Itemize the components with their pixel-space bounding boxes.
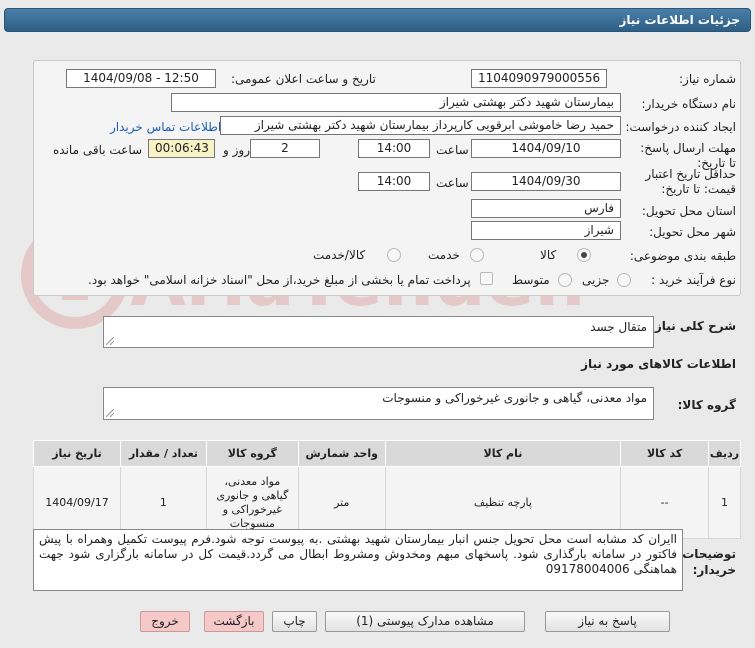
announce-field: 1404/09/08 - 12:50 xyxy=(66,69,216,88)
buyer-contact-link[interactable]: اطلاعات تماس خریدار xyxy=(110,120,221,134)
validity-time-field: 14:00 xyxy=(358,172,430,191)
col-header-row: ردیف xyxy=(708,440,741,467)
buyer-notes-field: اایران کد مشابه است محل تحویل جنس انبار … xyxy=(33,529,683,591)
col-header-unit: واحد شمارش xyxy=(297,440,386,467)
col-header-quantity: تعداد / مقدار xyxy=(120,440,207,467)
announce-label: تاریخ و ساعت اعلان عمومی: xyxy=(231,72,376,86)
remaining-timer: 00:06:43 xyxy=(148,139,215,158)
days-field: 2 xyxy=(250,139,320,158)
goods-group-text: مواد معدنی، گیاهی و جانوری غیرخوراکی و م… xyxy=(382,391,647,405)
col-header-name: نام کالا xyxy=(384,440,622,467)
process-label: نوع فرآیند خرید : xyxy=(651,273,736,287)
title-bar-strip: جزئیات اطلاعات نیاز xyxy=(4,8,751,32)
process-radio-medium[interactable] xyxy=(558,273,572,287)
cell-code: -- xyxy=(620,466,710,539)
city-label: شهر محل تحویل: xyxy=(649,225,736,239)
cell-name: پارچه تنظیف xyxy=(384,466,622,539)
category-option-goods: کالا xyxy=(540,248,557,262)
buyer-org-field: بیمارستان شهید دکتر بهشتی شیراز xyxy=(171,93,621,112)
days-label: روز و xyxy=(223,143,250,157)
requester-field: حمید رضا خاموشی ابرقویی کارپرداز بیمارست… xyxy=(220,116,621,135)
need-number-field: 1104090979000556 xyxy=(471,69,607,88)
resize-grip-icon[interactable] xyxy=(106,409,114,417)
goods-section-title: اطلاعات کالاهای مورد نیاز xyxy=(581,357,736,371)
requester-label: ایجاد کننده درخواست: xyxy=(625,120,736,134)
attachments-button[interactable]: مشاهده مدارک پیوستی (1) xyxy=(325,611,525,632)
reply-time-label: ساعت xyxy=(436,143,469,157)
col-header-date: تاریخ نیاز xyxy=(33,440,121,467)
buyer-notes-text: اایران کد مشابه است محل تحویل جنس انبار … xyxy=(39,532,677,576)
remaining-label: ساعت باقی مانده xyxy=(53,143,143,157)
province-field: فارس xyxy=(471,199,621,218)
description-text: متقال جسد xyxy=(590,320,647,334)
cell-date: 1404/09/17 xyxy=(33,466,121,539)
description-label: شرح کلی نیاز: xyxy=(650,319,736,333)
reply-button[interactable]: پاسخ به نیاز xyxy=(545,611,670,632)
reply-time-field: 14:00 xyxy=(358,139,430,158)
buyer-notes-label: توضیحات خریدار: xyxy=(682,547,736,577)
cell-row: 1 xyxy=(708,466,741,539)
table-row[interactable]: 1 -- پارچه تنظیف متر مواد معدنی، گیاهی و… xyxy=(33,466,741,539)
category-label: طبقه بندی موضوعی: xyxy=(629,249,736,263)
validity-time-label: ساعت xyxy=(436,176,469,190)
exit-button[interactable]: خروج xyxy=(140,611,190,632)
need-number-label: شماره نیاز: xyxy=(679,72,736,86)
category-radio-goods[interactable] xyxy=(577,248,591,262)
treasury-note: پرداخت تمام یا بخشی از مبلغ خرید،از محل … xyxy=(88,273,471,287)
print-button[interactable]: چاپ xyxy=(272,611,317,632)
col-header-code: کد کالا xyxy=(620,440,710,467)
goods-group-label: گروه کالا: xyxy=(677,398,736,412)
process-radio-minor[interactable] xyxy=(617,273,631,287)
buyer-org-label: نام دستگاه خریدار: xyxy=(641,97,737,111)
reply-date-field: 1404/09/10 xyxy=(471,139,621,158)
page-title: جزئیات اطلاعات نیاز xyxy=(619,13,740,27)
cell-quantity: 1 xyxy=(120,466,207,539)
process-option-medium: متوسط xyxy=(512,273,550,287)
province-label: استان محل تحویل: xyxy=(641,204,736,218)
col-header-group: گروه کالا xyxy=(205,440,299,467)
items-table: ردیف کد کالا نام کالا واحد شمارش گروه کا… xyxy=(33,440,741,539)
city-field: شیراز xyxy=(471,221,621,240)
category-option-service: خدمت xyxy=(428,248,460,262)
validity-date-field: 1404/09/30 xyxy=(471,172,621,191)
resize-grip-icon[interactable] xyxy=(106,337,114,345)
process-option-minor: جزیی xyxy=(582,273,610,287)
title-bar: جزئیات اطلاعات نیاز xyxy=(0,0,755,40)
description-field: متقال جسد xyxy=(103,316,654,348)
back-button[interactable]: بازگشت xyxy=(204,611,264,632)
cell-unit: متر xyxy=(297,466,386,539)
goods-group-field: مواد معدنی، گیاهی و جانوری غیرخوراکی و م… xyxy=(103,387,654,420)
validity-label: حداقل تاریخ اعتبار قیمت: تا تاریخ: xyxy=(645,167,736,196)
table-header-row: ردیف کد کالا نام کالا واحد شمارش گروه کا… xyxy=(33,440,741,467)
category-option-goods-service: کالا/خدمت xyxy=(313,248,366,262)
category-radio-service[interactable] xyxy=(470,248,484,262)
treasury-checkbox[interactable] xyxy=(480,272,493,285)
cell-group: مواد معدنی، گیاهی و جانوری غیرخوراکی و م… xyxy=(205,466,299,539)
category-radio-goods-service[interactable] xyxy=(387,248,401,262)
